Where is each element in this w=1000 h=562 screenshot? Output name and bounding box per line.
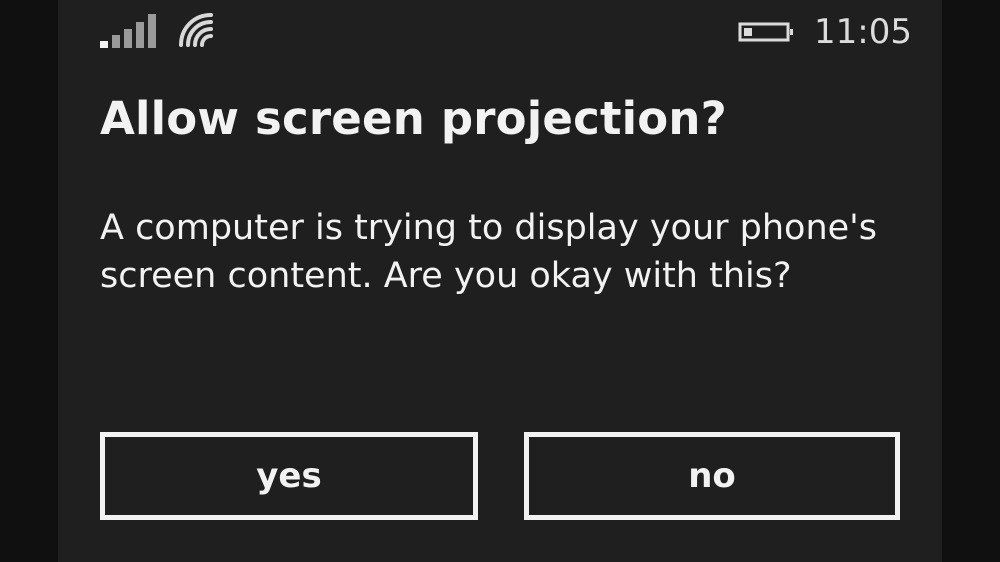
screenshot-frame: 11:05 Allow screen projection? A compute… (0, 0, 1000, 562)
dialog-message: A computer is trying to display your pho… (100, 208, 878, 296)
signal-bar (136, 22, 144, 48)
cellular-signal-icon (100, 12, 156, 48)
signal-bar (124, 29, 132, 48)
signal-bar (148, 14, 156, 48)
wifi-icon (179, 13, 213, 47)
phone-screen: 11:05 Allow screen projection? A compute… (58, 0, 942, 562)
no-button[interactable]: no (524, 432, 900, 520)
status-bar: 11:05 (58, 0, 942, 64)
yes-button[interactable]: yes (100, 432, 478, 520)
signal-bar (100, 41, 108, 48)
status-time: 11:05 (814, 12, 912, 52)
signal-bar (112, 35, 120, 48)
battery-icon (738, 22, 793, 42)
dialog-title: Allow screen projection? (100, 92, 727, 145)
